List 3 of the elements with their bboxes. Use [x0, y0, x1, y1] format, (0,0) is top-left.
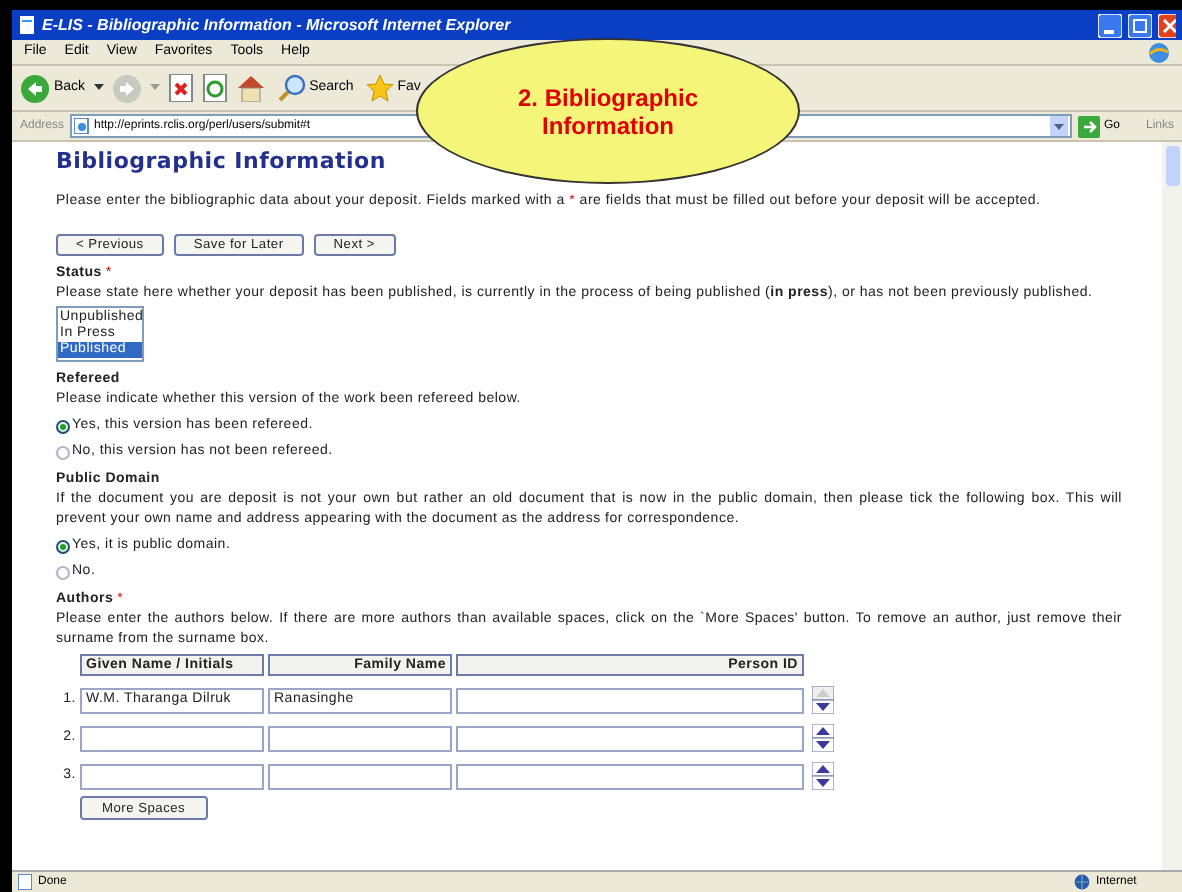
- window-title: E-LIS - Bibliographic Information - Microsoft Internet Explorer: [42, 13, 513, 37]
- callout-text: 2. Bibliographic Information: [515, 83, 700, 139]
- page-heading: Bibliographic Information: [56, 148, 388, 176]
